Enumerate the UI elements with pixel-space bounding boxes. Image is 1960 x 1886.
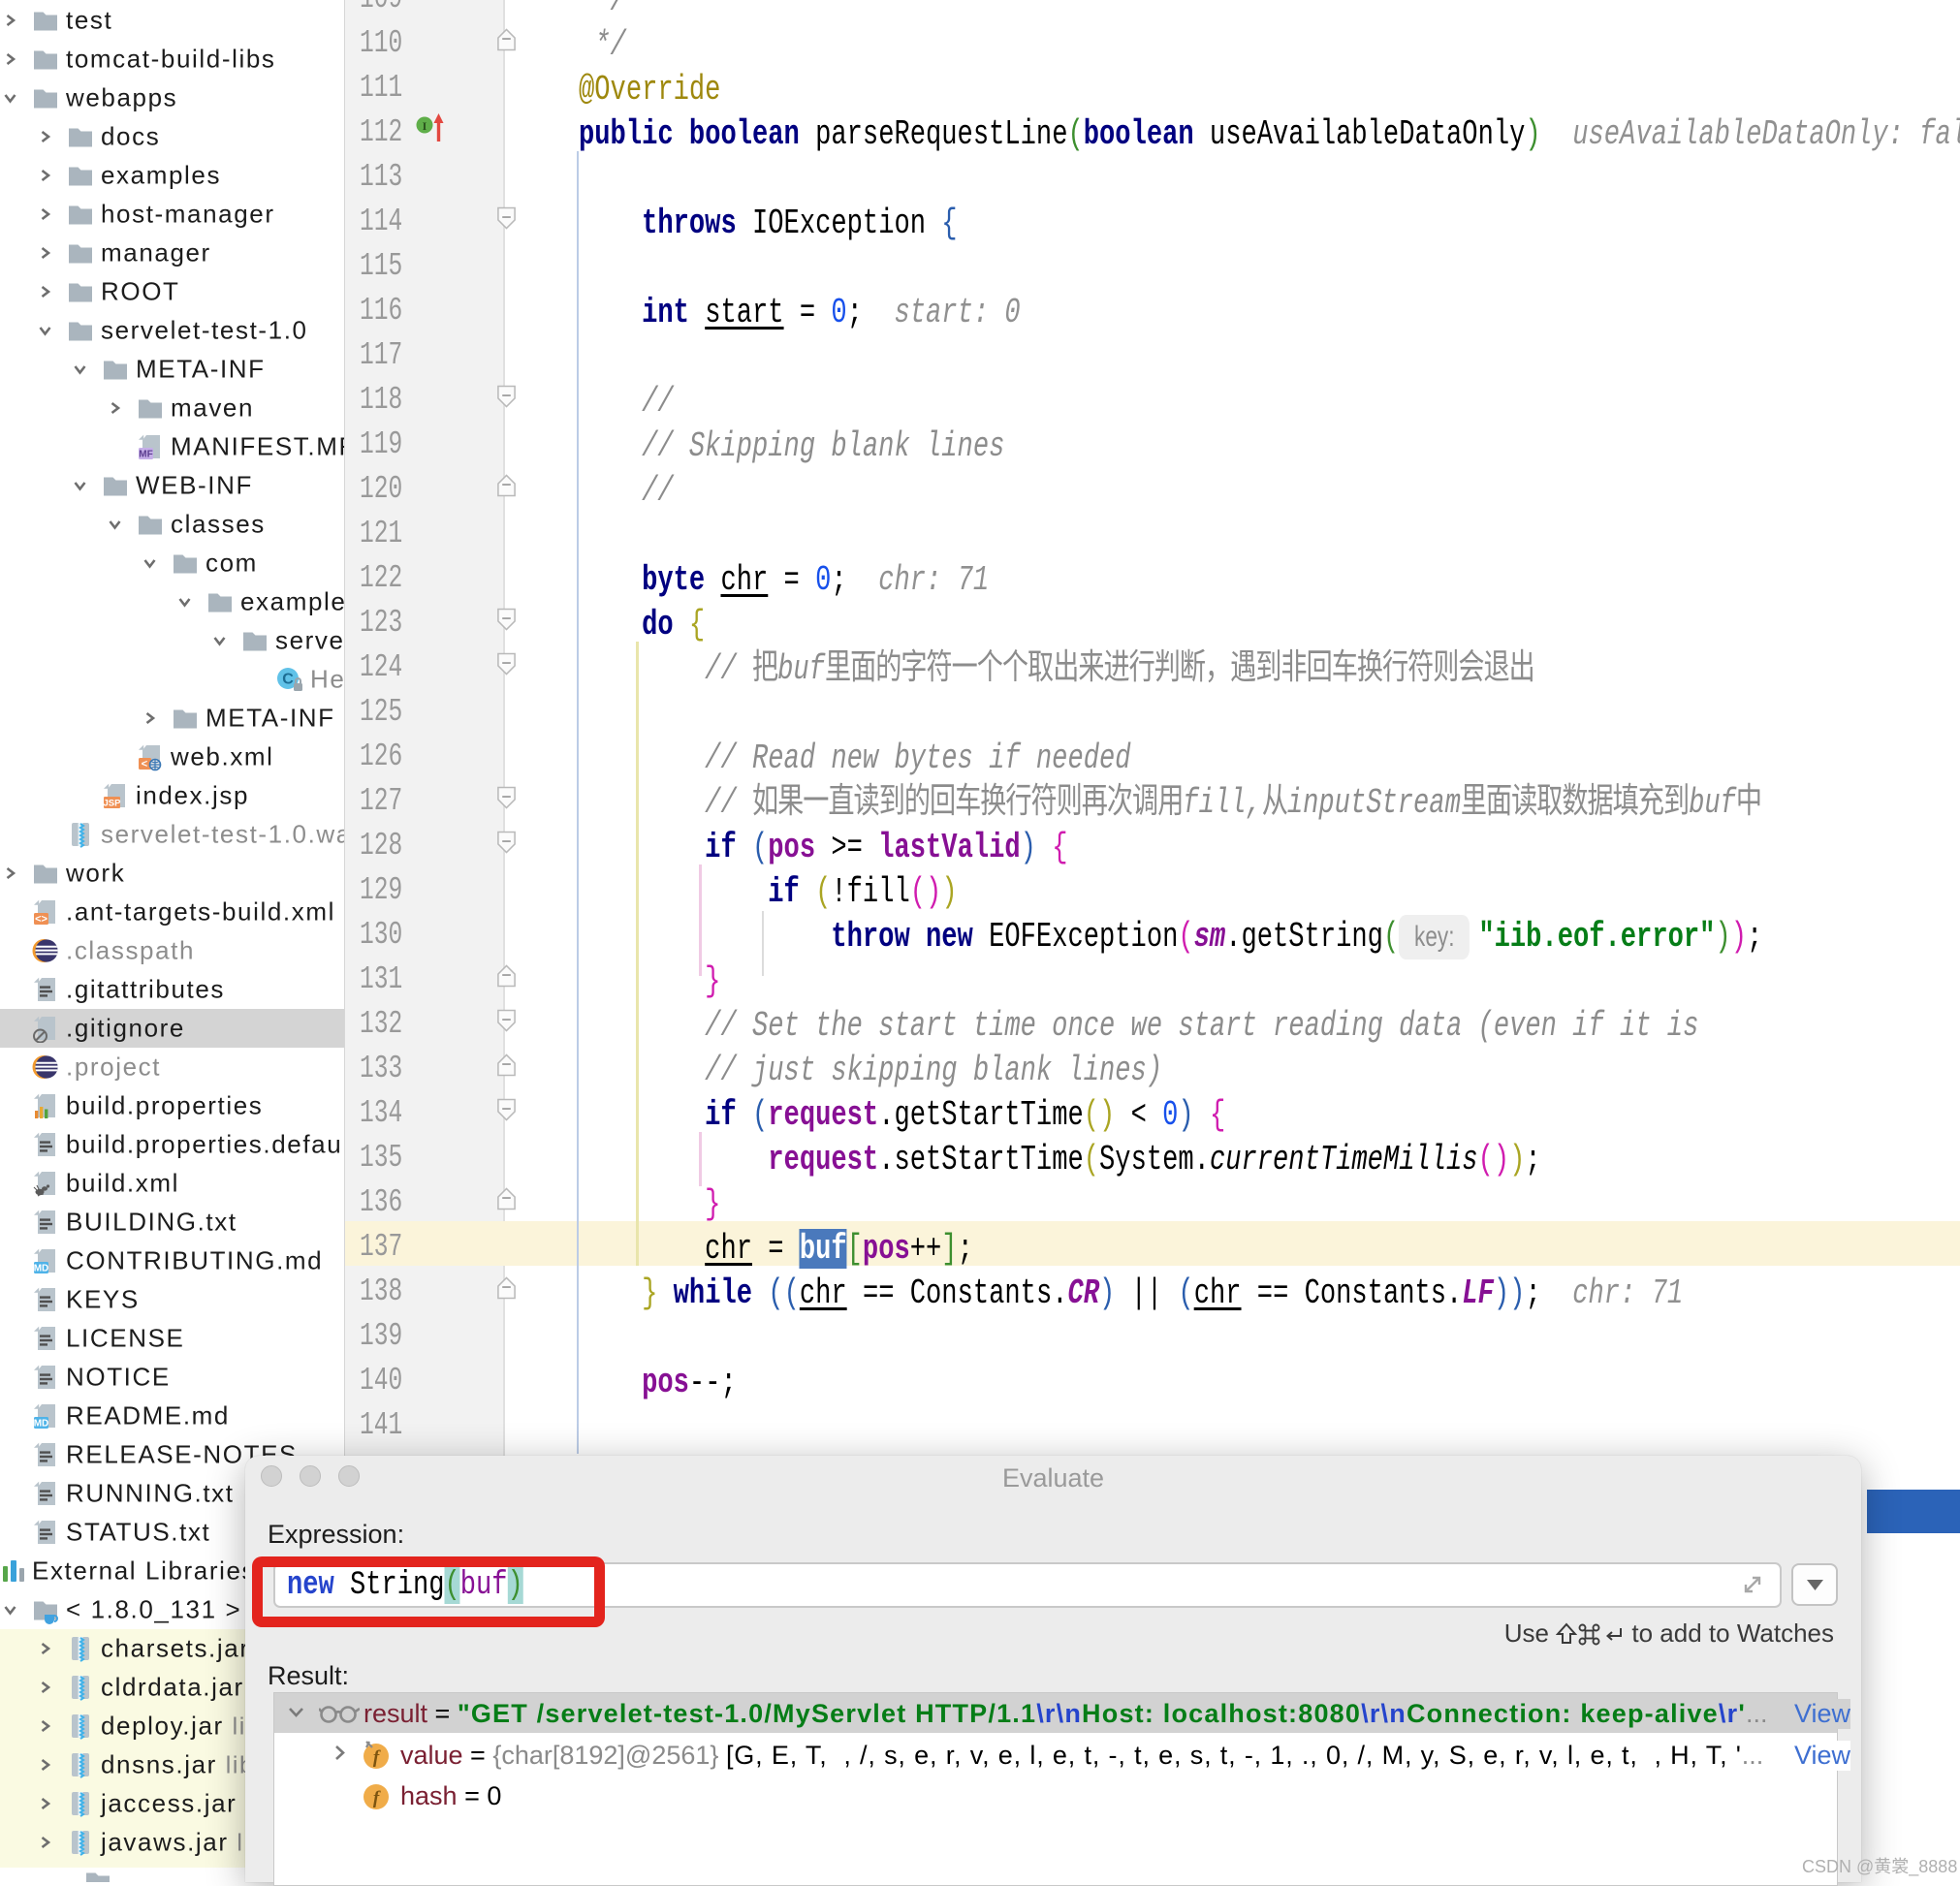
svg-text:<: < [142,759,147,770]
svg-text:C: C [282,672,294,688]
svg-text:MD: MD [34,1419,49,1430]
svg-text:MF: MF [139,450,152,460]
svg-text:<>: <> [35,914,47,926]
svg-text:MD: MD [34,1264,49,1274]
svg-text:I: I [423,119,427,133]
svg-text:JSP: JSP [104,799,122,809]
